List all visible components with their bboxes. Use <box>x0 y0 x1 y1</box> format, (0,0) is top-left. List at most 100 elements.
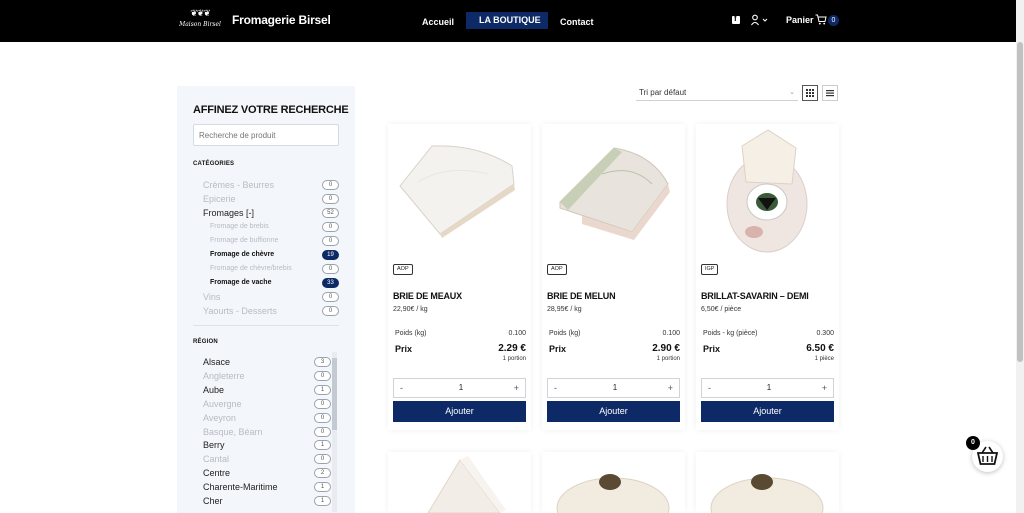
sort-select[interactable]: Tri par défaut ⌄ <box>636 86 798 101</box>
category-count-badge: 0 <box>322 236 339 246</box>
category-item[interactable]: Fromages [-] 52 <box>177 207 355 219</box>
nav-accueil[interactable]: Accueil <box>422 14 454 31</box>
nav-contact[interactable]: Contact <box>560 14 594 31</box>
region-item[interactable]: Basque, Béarn 0 <box>177 426 331 438</box>
page-scrollbar-thumb[interactable] <box>1017 42 1023 362</box>
region-count-badge: 1 <box>314 482 331 493</box>
region-label[interactable]: Alsace <box>203 356 230 368</box>
product-name[interactable]: BRIE DE MELUN <box>547 291 616 301</box>
region-label[interactable]: Aveyron <box>203 412 236 424</box>
category-item[interactable]: Fromage de chèvre/brebis 0 <box>177 263 355 275</box>
category-count-badge: 0 <box>322 222 339 232</box>
region-label[interactable]: Cher <box>203 495 223 507</box>
region-label[interactable]: Auvergne <box>203 398 242 410</box>
quantity-stepper[interactable]: - 1 + <box>393 378 526 398</box>
category-label[interactable]: Fromages [-] <box>203 207 254 219</box>
add-to-cart-button[interactable]: Ajouter <box>393 401 526 422</box>
region-label[interactable]: Berry <box>203 439 225 451</box>
region-item[interactable]: Centre 2 <box>177 467 331 479</box>
brand-logo[interactable]: ❦❦❦ Maison Birsel <box>177 9 223 35</box>
price-label: Prix <box>549 344 567 354</box>
grid-view-button[interactable] <box>802 85 818 101</box>
category-label[interactable]: Epicerie <box>203 193 236 205</box>
category-item[interactable]: Epicerie 0 <box>177 193 355 205</box>
list-view-button[interactable] <box>822 85 838 101</box>
product-search-input[interactable] <box>193 124 339 146</box>
category-label[interactable]: Yaourts - Desserts <box>203 305 277 317</box>
cart-count-badge: 0 <box>828 15 839 26</box>
category-label[interactable]: Fromage de vache <box>210 277 271 289</box>
decrement-button[interactable]: - <box>400 383 403 393</box>
region-item[interactable]: Cantal 0 <box>177 453 331 465</box>
quantity-stepper[interactable]: - 1 + <box>701 378 834 398</box>
region-label[interactable]: Centre <box>203 467 230 479</box>
product-name[interactable]: BRILLAT-SAVARIN – DEMI <box>701 291 809 301</box>
increment-button[interactable]: + <box>822 383 827 393</box>
category-count-badge: 0 <box>322 180 339 190</box>
region-item[interactable]: Aveyron 0 <box>177 412 331 424</box>
quantity-input[interactable]: 1 <box>454 383 468 392</box>
category-item[interactable]: Crèmes - Beurres 0 <box>177 179 355 191</box>
category-label[interactable]: Crèmes - Beurres <box>203 179 274 191</box>
quantity-input[interactable]: 1 <box>608 383 622 392</box>
cart-label[interactable]: Panier <box>786 15 814 25</box>
product-card[interactable]: AOP BRIE DE MELUN 28,95€ / kg Poids (kg) 0.1… <box>542 124 685 430</box>
region-label[interactable]: Aube <box>203 384 224 396</box>
nav-boutique[interactable]: LA BOUTIQUE <box>466 12 548 29</box>
cart-icon[interactable] <box>815 14 827 25</box>
weight-label: Poids (kg) <box>549 330 581 337</box>
site-header: ❦❦❦ Maison Birsel Fromagerie Birsel Accu… <box>0 0 1016 42</box>
region-item[interactable]: Berry 1 <box>177 439 331 451</box>
category-count-badge: 0 <box>322 306 339 316</box>
brand-name[interactable]: Fromagerie Birsel <box>232 13 331 27</box>
sidebar-title: AFFINEZ VOTRE RECHERCHE <box>193 104 349 116</box>
category-item[interactable]: Fromage de brebis 0 <box>177 221 355 233</box>
category-item[interactable]: Fromage de buffionne 0 <box>177 235 355 247</box>
add-to-cart-button[interactable]: Ajouter <box>547 401 680 422</box>
category-item[interactable]: Vins 0 <box>177 291 355 303</box>
increment-button[interactable]: + <box>668 383 673 393</box>
product-image[interactable] <box>542 452 685 513</box>
region-label[interactable]: Angleterre <box>203 370 245 382</box>
product-card[interactable] <box>696 452 839 513</box>
add-to-cart-button[interactable]: Ajouter <box>701 401 834 422</box>
category-label[interactable]: Fromage de chèvre <box>210 249 274 261</box>
region-label[interactable]: Basque, Béarn <box>203 426 263 438</box>
app-window: { "header": { "logo_text": "Maison Birse… <box>0 0 1024 513</box>
decrement-button[interactable]: - <box>554 383 557 393</box>
region-item[interactable]: Cher 1 <box>177 495 331 507</box>
region-scrollbar-thumb[interactable] <box>332 358 337 430</box>
user-account-icon[interactable] <box>751 14 769 26</box>
category-count-badge: 52 <box>322 208 339 218</box>
price-value: 2.90 € <box>652 343 680 354</box>
product-card[interactable] <box>388 452 531 513</box>
product-image[interactable] <box>696 452 839 513</box>
product-card[interactable] <box>542 452 685 513</box>
category-label[interactable]: Vins <box>203 291 220 303</box>
region-item[interactable]: Charente-Maritime 1 <box>177 481 331 493</box>
category-label[interactable]: Fromage de buffionne <box>210 235 278 247</box>
product-name[interactable]: BRIE DE MEAUX <box>393 291 462 301</box>
quantity-input[interactable]: 1 <box>762 383 776 392</box>
category-item[interactable]: Yaourts - Desserts 0 <box>177 305 355 317</box>
decrement-button[interactable]: - <box>708 383 711 393</box>
region-label[interactable]: Cantal <box>203 453 229 465</box>
filter-sidebar: AFFINEZ VOTRE RECHERCHE CATÉGORIES Crème… <box>177 86 355 513</box>
weight-value: 0.100 <box>662 330 680 337</box>
region-label[interactable]: Charente-Maritime <box>203 481 278 493</box>
region-item[interactable]: Auvergne 0 <box>177 398 331 410</box>
category-label[interactable]: Fromage de brebis <box>210 221 269 233</box>
facebook-icon[interactable] <box>732 14 740 24</box>
quantity-stepper[interactable]: - 1 + <box>547 378 680 398</box>
category-label[interactable]: Fromage de chèvre/brebis <box>210 263 292 275</box>
product-image[interactable] <box>388 452 531 513</box>
increment-button[interactable]: + <box>514 383 519 393</box>
region-item[interactable]: Alsace 3 <box>177 356 331 368</box>
category-item[interactable]: Fromage de vache 33 <box>177 277 355 289</box>
category-item[interactable]: Fromage de chèvre 19 <box>177 249 355 261</box>
region-count-badge: 3 <box>314 357 331 367</box>
region-item[interactable]: Angleterre 0 <box>177 370 331 382</box>
product-card[interactable]: AOP BRIE DE MEAUX 22,90€ / kg Poids (kg) 0.1… <box>388 124 531 430</box>
region-item[interactable]: Aube 1 <box>177 384 331 396</box>
product-card[interactable]: IGP BRILLAT-SAVARIN – DEMI 6,50€ / pièce Po… <box>696 124 839 430</box>
